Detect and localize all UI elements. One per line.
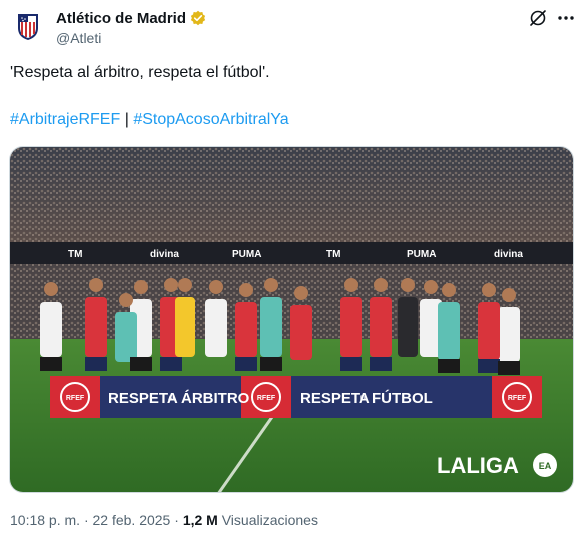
svg-text:LALIGA: LALIGA [437,453,519,478]
meta-dot: · [174,512,179,528]
laliga-logo: LALIGA EA [437,453,557,478]
team-photo-image: TM divina PUMA TM PUMA divina RFEF RFEF … [10,147,573,492]
banner-word: FÚTBOL [372,389,433,407]
rfef-badge: RFEF [508,395,527,402]
hashtag-link[interactable]: #StopAcosoArbitralYa [133,111,288,128]
verified-badge-icon[interactable] [190,10,206,26]
respect-banner: RFEF RFEF RFEF RESPETA AL ÁRBITRO RESPET… [50,376,542,418]
rfef-badge: RFEF [66,395,85,402]
grok-icon[interactable] [528,8,548,28]
tweet-header: Atlético de Madrid @Atleti [56,8,206,46]
account-name[interactable]: Atlético de Madrid [56,10,186,27]
rfef-badge: RFEF [257,395,276,402]
tweet-time[interactable]: 10:18 p. m. [10,512,80,528]
avatar[interactable] [12,10,44,42]
more-options-icon[interactable] [556,8,576,28]
meta-dot: · [83,512,89,528]
ad-board: PUMA [232,249,261,260]
views-count: 1,2 M [182,512,218,528]
ad-board: PUMA [407,249,436,260]
account-handle[interactable]: @Atleti [56,30,206,46]
ad-board: divina [150,249,179,260]
ad-board: divina [494,249,523,260]
tweet-photo[interactable]: TM divina PUMA TM PUMA divina RFEF RFEF … [9,146,574,493]
banner-word: ÁRBITRO [181,390,250,407]
svg-text:EA: EA [539,461,552,471]
tweet: Atlético de Madrid @Atleti 'Respeta al á… [0,0,584,545]
hashtag-link[interactable]: #ArbitrajeRFEF [10,111,120,128]
ad-board: TM [326,249,340,260]
views-label: Visualizaciones [221,512,318,528]
banner-word-small: AL [168,396,176,402]
tweet-hashtags: #ArbitrajeRFEF | #StopAcosoArbitralYa [10,111,289,129]
atletico-crest-icon [18,14,38,40]
tweet-meta: 10:18 p. m. · 22 feb. 2025 · 1,2 M Visua… [10,512,318,528]
tweet-text: 'Respeta al árbitro, respeta el fútbol'. [10,64,270,81]
tweet-date[interactable]: 22 feb. 2025 [93,512,171,528]
hashtag-separator: | [124,111,129,128]
banner-word-small: EL [360,396,368,402]
ad-board: TM [68,249,82,260]
